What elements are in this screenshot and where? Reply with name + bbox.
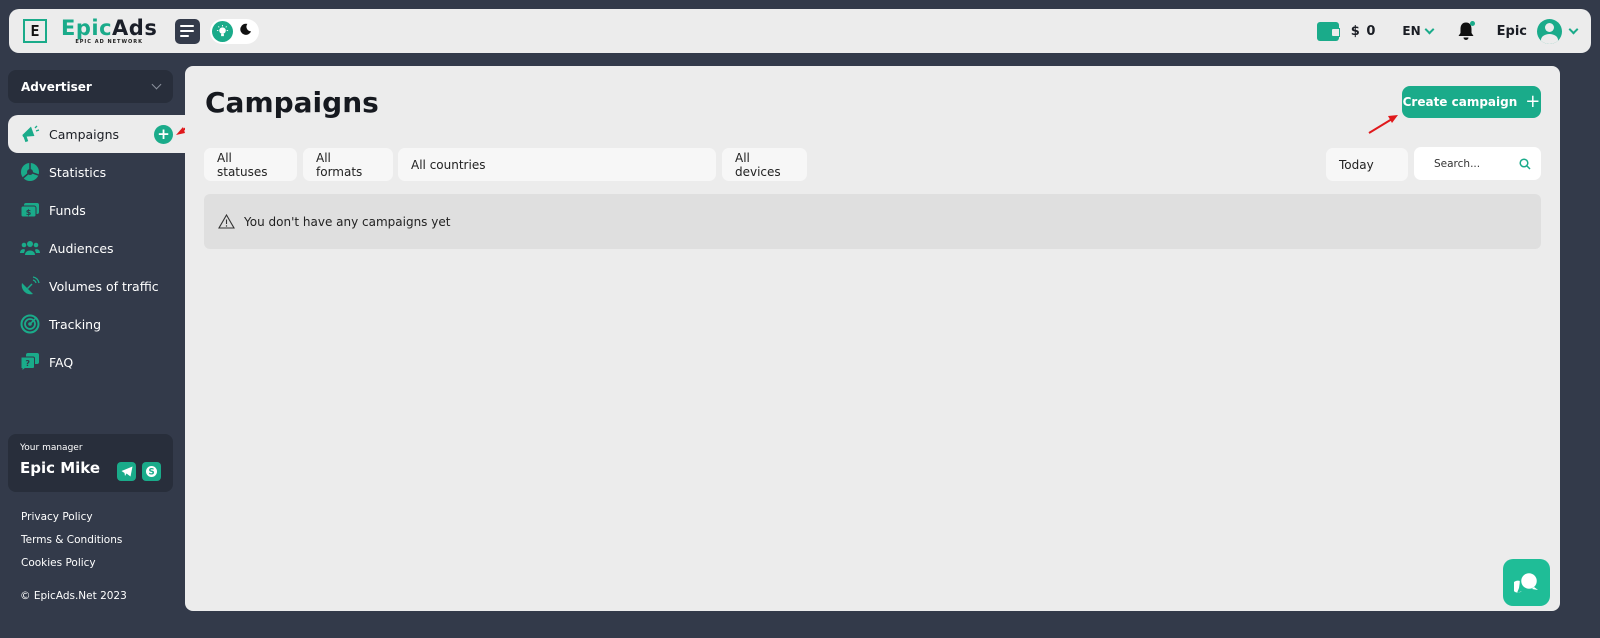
hamburger-line	[180, 35, 190, 37]
brand-name: EpicAds	[61, 15, 158, 40]
hamburger-line	[180, 25, 195, 27]
empty-state-alert: You don't have any campaigns yet	[204, 194, 1541, 249]
add-campaign-button[interactable]: +	[154, 125, 173, 144]
role-selector[interactable]: Advertiser	[8, 70, 173, 103]
notification-dot	[1469, 21, 1475, 26]
sidebar-item-funds[interactable]: $ Funds	[8, 191, 185, 229]
hamburger-line	[180, 30, 195, 32]
user-avatar-icon[interactable]	[1537, 18, 1562, 44]
moon-icon	[239, 23, 252, 40]
users-icon	[20, 238, 40, 258]
sidebar-nav: Campaigns + Statistics $ Funds Audiences	[8, 115, 185, 381]
sidebar-item-campaigns[interactable]: Campaigns +	[8, 115, 185, 153]
sidebar-item-label: Campaigns	[49, 126, 120, 142]
cookies-policy-link[interactable]: Cookies Policy	[21, 557, 122, 580]
sidebar-item-label: Funds	[49, 202, 86, 218]
telegram-icon[interactable]	[117, 462, 136, 481]
wallet-icon[interactable]	[1316, 21, 1340, 41]
plus-icon: +	[1525, 91, 1541, 112]
device-filter[interactable]: All devices	[722, 148, 807, 181]
sidebar-item-label: Volumes of traffic	[49, 278, 159, 294]
format-filter[interactable]: All formats	[303, 148, 393, 181]
satellite-dish-icon	[20, 276, 40, 296]
search-input[interactable]	[1434, 157, 1519, 170]
terms-conditions-link[interactable]: Terms & Conditions	[21, 534, 122, 557]
period-filter[interactable]: Today	[1326, 148, 1408, 181]
sidebar-item-audiences[interactable]: Audiences	[8, 229, 185, 267]
main-content: Campaigns Create campaign + All statuses…	[185, 66, 1560, 611]
question-chat-icon: ?	[20, 352, 40, 372]
search-box	[1414, 147, 1541, 180]
privacy-policy-link[interactable]: Privacy Policy	[21, 511, 122, 534]
language-selector[interactable]: EN	[1402, 24, 1435, 38]
notification-bell-icon[interactable]	[1457, 21, 1475, 41]
brand-tagline: EPIC AD NETWORK	[75, 38, 143, 45]
balance: $ 0	[1350, 23, 1377, 39]
create-campaign-button[interactable]: Create campaign +	[1402, 86, 1541, 118]
sidebar-item-tracking[interactable]: Tracking	[8, 305, 185, 343]
skype-icon[interactable]: S	[142, 462, 161, 481]
manager-label: Your manager	[20, 443, 83, 453]
sidebar: Advertiser Campaigns + Statistics $ Fund…	[0, 62, 185, 638]
radar-icon	[20, 314, 40, 334]
user-menu-chevron-icon[interactable]	[1568, 24, 1579, 34]
money-icon: $	[20, 200, 40, 220]
theme-toggle[interactable]	[210, 18, 260, 44]
search-icon[interactable]	[1519, 157, 1531, 170]
empty-state-message: You don't have any campaigns yet	[244, 214, 451, 229]
logo-icon[interactable]: E	[23, 19, 47, 43]
lightbulb-icon	[212, 20, 234, 42]
language-label: EN	[1402, 24, 1421, 38]
sidebar-item-faq[interactable]: ? FAQ	[8, 343, 185, 381]
chat-bubbles-icon	[1513, 571, 1538, 593]
sidebar-item-label: FAQ	[49, 354, 74, 370]
sidebar-item-volumes-of-traffic[interactable]: Volumes of traffic	[8, 267, 185, 305]
create-campaign-label: Create campaign	[1402, 95, 1518, 109]
chat-support-button[interactable]	[1503, 559, 1550, 606]
footer-links: Privacy Policy Terms & Conditions Cookie…	[21, 511, 122, 580]
copyright: © EpicAds.Net 2023	[20, 590, 127, 602]
svg-text:$: $	[26, 208, 32, 217]
sidebar-item-label: Statistics	[49, 164, 107, 180]
pie-chart-icon	[20, 162, 40, 182]
chevron-down-icon	[1424, 24, 1435, 34]
sidebar-item-statistics[interactable]: Statistics	[8, 153, 185, 191]
top-right-controls: $ 0 EN Epic	[1316, 9, 1579, 53]
page-title: Campaigns	[205, 86, 379, 119]
manager-card: Your manager Epic Mike S	[8, 434, 173, 492]
chevron-down-icon	[151, 79, 162, 90]
megaphone-icon	[20, 124, 40, 144]
sidebar-item-label: Tracking	[49, 316, 102, 332]
svg-text:S: S	[148, 468, 154, 478]
sidebar-item-label: Audiences	[49, 240, 114, 256]
status-filter[interactable]: All statuses	[204, 148, 297, 181]
user-name[interactable]: Epic	[1497, 24, 1527, 39]
warning-icon	[218, 214, 235, 229]
role-label: Advertiser	[21, 79, 92, 94]
annotation-arrow-icon	[1368, 115, 1398, 134]
menu-toggle-button[interactable]	[175, 18, 201, 44]
svg-text:?: ?	[25, 359, 30, 368]
top-bar: E EpicAds EPIC AD NETWORK $ 0 EN Epic	[9, 9, 1591, 53]
brand-logo[interactable]: EpicAds EPIC AD NETWORK	[61, 15, 158, 45]
country-filter[interactable]: All countries	[398, 148, 716, 181]
